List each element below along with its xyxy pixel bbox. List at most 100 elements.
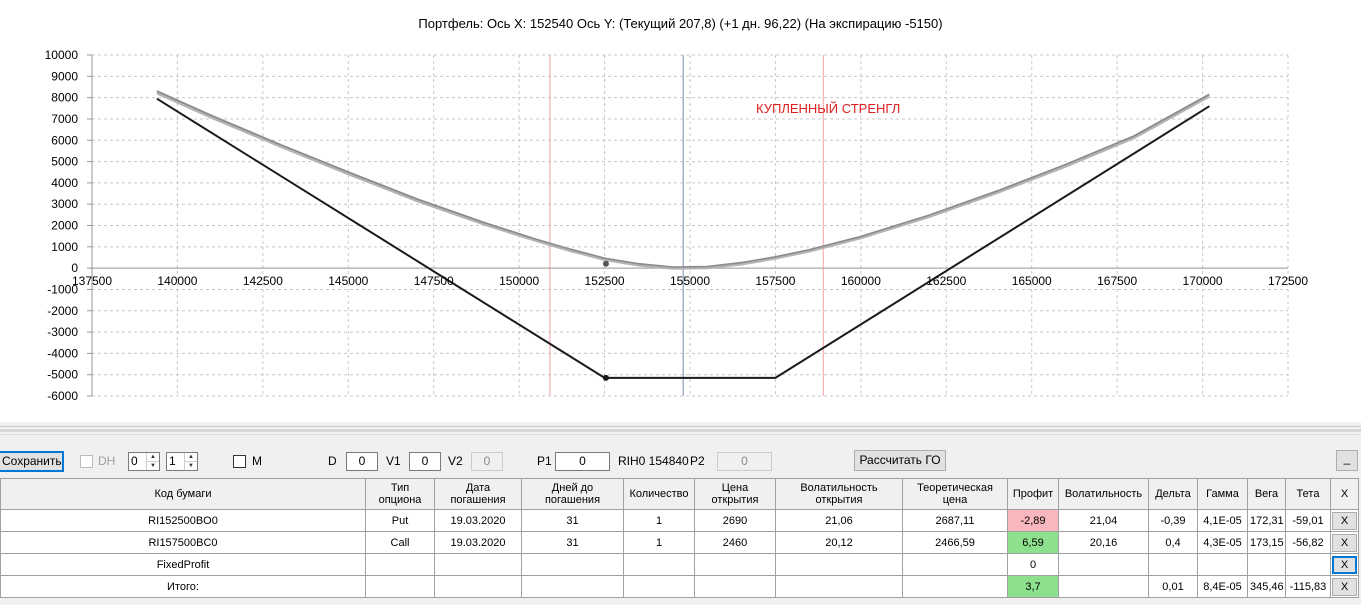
- cell-type[interactable]: Call: [365, 531, 435, 554]
- col-header-gamma[interactable]: Гамма: [1197, 478, 1248, 510]
- table-row[interactable]: FixedProfit 0 X: [0, 553, 1359, 576]
- cell-delta[interactable]: 0,4: [1148, 531, 1198, 554]
- cell-open-vol[interactable]: 21,06: [775, 509, 903, 532]
- cell-vol[interactable]: [1058, 575, 1149, 598]
- cell-open-price[interactable]: 2690: [694, 509, 776, 532]
- cell-days[interactable]: 31: [521, 531, 624, 554]
- d-label: D: [328, 454, 337, 468]
- col-header-open-price[interactable]: Цена открытия: [694, 478, 776, 510]
- remove-row-button[interactable]: X: [1332, 533, 1357, 552]
- spin-input-1-arrows[interactable]: ▲ ▼: [146, 453, 159, 470]
- spin-input-1[interactable]: 0 ▲ ▼: [128, 452, 160, 471]
- spin-up-icon[interactable]: ▲: [147, 453, 159, 461]
- col-header-x[interactable]: X: [1330, 478, 1359, 510]
- col-header-theo-price[interactable]: Теоретическая цена: [902, 478, 1008, 510]
- cell-delta[interactable]: -0,39: [1148, 509, 1198, 532]
- cell-open-vol[interactable]: 20,12: [775, 531, 903, 554]
- splitter-bottom[interactable]: [0, 429, 1361, 432]
- save-button[interactable]: Сохранить: [0, 451, 64, 472]
- cell-delta[interactable]: [1148, 553, 1198, 576]
- cell-date[interactable]: 19.03.2020: [434, 509, 522, 532]
- col-header-days[interactable]: Дней до погашения: [521, 478, 624, 510]
- cell-date[interactable]: [434, 575, 522, 598]
- cell-theta[interactable]: -59,01: [1285, 509, 1331, 532]
- remove-row-button[interactable]: X: [1332, 555, 1357, 574]
- m-checkbox[interactable]: [233, 455, 246, 468]
- spin-input-2-arrows[interactable]: ▲ ▼: [184, 453, 197, 470]
- cell-code[interactable]: FixedProfit: [0, 553, 366, 576]
- cell-gamma[interactable]: [1197, 553, 1248, 576]
- col-header-type[interactable]: Тип опциона: [365, 478, 435, 510]
- x-tick-label: 172500: [1268, 274, 1308, 288]
- cell-vega[interactable]: [1247, 553, 1286, 576]
- cell-theo-price[interactable]: 2687,11: [902, 509, 1008, 532]
- col-header-open-vol[interactable]: Волатильность открытия: [775, 478, 903, 510]
- cell-open-vol[interactable]: [775, 575, 903, 598]
- table-row[interactable]: Итого: 3,7 0,01 8,4E-05 345,46 -115,83 X: [0, 575, 1359, 598]
- cell-theta[interactable]: -115,83: [1285, 575, 1331, 598]
- cell-date[interactable]: 19.03.2020: [434, 531, 522, 554]
- col-header-date[interactable]: Дата погашения: [434, 478, 522, 510]
- d-input[interactable]: 0: [346, 452, 378, 471]
- table-row[interactable]: RI152500BO0 Put 19.03.2020 31 1 2690 21,…: [0, 509, 1359, 532]
- cell-open-vol[interactable]: [775, 553, 903, 576]
- cell-vol[interactable]: 20,16: [1058, 531, 1149, 554]
- cell-days[interactable]: 31: [521, 509, 624, 532]
- cell-date[interactable]: [434, 553, 522, 576]
- cell-vol[interactable]: [1058, 553, 1149, 576]
- cell-vega[interactable]: 172,31: [1247, 509, 1286, 532]
- table-row[interactable]: RI157500BC0 Call 19.03.2020 31 1 2460 20…: [0, 531, 1359, 554]
- dh-checkbox[interactable]: [80, 455, 93, 468]
- calculate-margin-button[interactable]: Рассчитать ГО: [854, 450, 946, 471]
- spin-down-icon[interactable]: ▼: [185, 461, 197, 469]
- cell-theo-price[interactable]: 2466,59: [902, 531, 1008, 554]
- cell-theta[interactable]: [1285, 553, 1331, 576]
- cell-qty[interactable]: 1: [623, 531, 695, 554]
- cell-delta[interactable]: 0,01: [1148, 575, 1198, 598]
- col-header-vol[interactable]: Волатильность: [1058, 478, 1149, 510]
- cell-qty[interactable]: [623, 553, 695, 576]
- cell-vega[interactable]: 173,15: [1247, 531, 1286, 554]
- col-header-vega[interactable]: Вега: [1247, 478, 1286, 510]
- cell-qty[interactable]: 1: [623, 509, 695, 532]
- cell-code[interactable]: RI152500BO0: [0, 509, 366, 532]
- cell-profit[interactable]: 3,7: [1007, 575, 1059, 598]
- cell-open-price[interactable]: 2460: [694, 531, 776, 554]
- v1-input[interactable]: 0: [409, 452, 441, 471]
- col-header-theta[interactable]: Тета: [1285, 478, 1331, 510]
- cell-theo-price[interactable]: [902, 553, 1008, 576]
- cell-vol[interactable]: 21,04: [1058, 509, 1149, 532]
- cell-profit[interactable]: -2,89: [1007, 509, 1059, 532]
- cell-profit[interactable]: 6,59: [1007, 531, 1059, 554]
- cell-vega[interactable]: 345,46: [1247, 575, 1286, 598]
- col-header-delta[interactable]: Дельта: [1148, 478, 1198, 510]
- cell-code[interactable]: RI157500BC0: [0, 531, 366, 554]
- cell-theta[interactable]: -56,82: [1285, 531, 1331, 554]
- spin-down-icon[interactable]: ▼: [147, 461, 159, 469]
- cell-days[interactable]: [521, 553, 624, 576]
- remove-row-button[interactable]: X: [1332, 577, 1357, 596]
- cell-qty[interactable]: [623, 575, 695, 598]
- cell-type[interactable]: [365, 553, 435, 576]
- cell-type[interactable]: Put: [365, 509, 435, 532]
- cell-profit[interactable]: 0: [1007, 553, 1059, 576]
- cell-gamma[interactable]: 8,4E-05: [1197, 575, 1248, 598]
- p1-input[interactable]: 0: [555, 452, 610, 471]
- cell-gamma[interactable]: 4,3E-05: [1197, 531, 1248, 554]
- cell-open-price[interactable]: [694, 575, 776, 598]
- cell-open-price[interactable]: [694, 553, 776, 576]
- spin-up-icon[interactable]: ▲: [185, 453, 197, 461]
- cell-remove: X: [1330, 509, 1359, 532]
- cell-type[interactable]: [365, 575, 435, 598]
- minimize-button[interactable]: _: [1336, 450, 1358, 471]
- col-header-qty[interactable]: Количество: [623, 478, 695, 510]
- cell-days[interactable]: [521, 575, 624, 598]
- col-header-profit[interactable]: Профит: [1007, 478, 1059, 510]
- col-header-code[interactable]: Код бумаги: [0, 478, 366, 510]
- cell-code[interactable]: Итого:: [0, 575, 366, 598]
- cell-gamma[interactable]: 4,1E-05: [1197, 509, 1248, 532]
- remove-row-button[interactable]: X: [1332, 511, 1357, 530]
- y-tick-label: 0: [71, 261, 78, 275]
- spin-input-2[interactable]: 1 ▲ ▼: [166, 452, 198, 471]
- cell-theo-price[interactable]: [902, 575, 1008, 598]
